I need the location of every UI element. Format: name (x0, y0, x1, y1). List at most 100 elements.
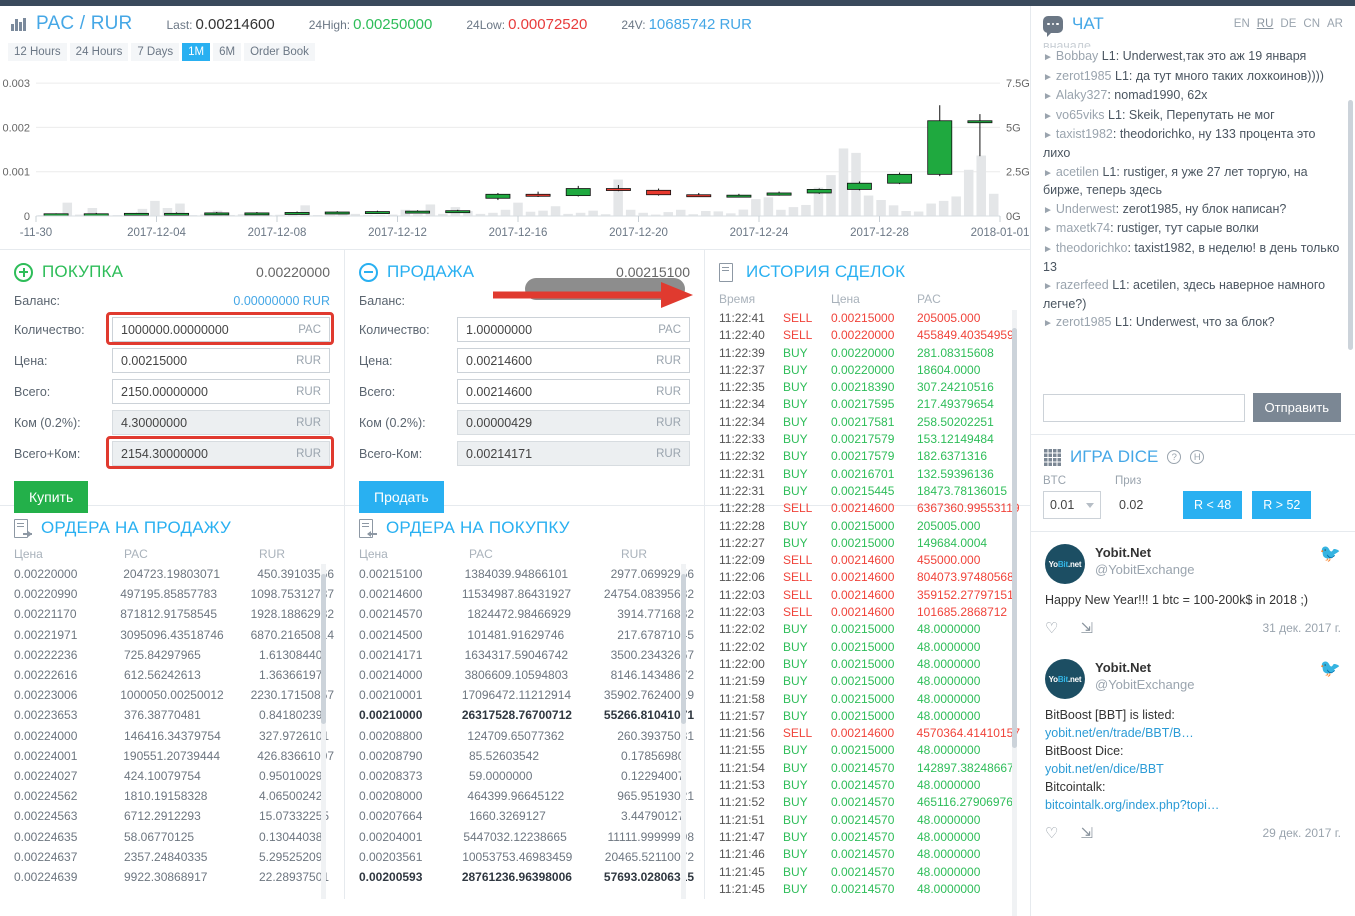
sell-amount-input[interactable]: 1.00000000 PAC (457, 317, 690, 342)
table-row[interactable]: 0.00224637 2357.24840335 5.29525209 (14, 847, 334, 867)
buy-price-input[interactable]: 0.00215000 RUR (112, 348, 330, 373)
buy-total-input[interactable]: 2150.00000000 RUR (112, 379, 330, 404)
table-row[interactable]: 0.00208800 124709.65077362 260.39375081 (359, 726, 694, 746)
table-row[interactable]: 0.00210000 26317528.76700712 55266.8104107… (359, 705, 694, 725)
minus-circle-icon (359, 262, 378, 282)
order-amount: 424.10079754 (124, 769, 201, 784)
table-row[interactable]: 0.00224001 190551.20739444 426.83661007 (14, 746, 334, 766)
table-row[interactable]: 0.00204001 5447032.12238665 11111.99999998 (359, 827, 694, 847)
table-row[interactable]: 0.00200593 28761236.96398006 57693.0280631… (359, 867, 694, 887)
table-row[interactable]: 0.00214000 3806609.10594803 8146.14348672 (359, 665, 694, 685)
table-row[interactable]: 11:22:32 BUY 0.00217579 182.6371316 (719, 448, 1020, 465)
tab-order-book[interactable]: Order Book (244, 43, 315, 61)
table-row[interactable]: 0.00203561 10053753.46983459 20465.5211007… (359, 847, 694, 867)
buy-orders-scroll[interactable]: 0.00215100 1384039.94866101 2977.06992956 0… (359, 564, 694, 899)
table-row[interactable]: 0.00208373 59.0000000 0.12294007 (359, 766, 694, 786)
table-row[interactable]: 0.00214171 1634317.59046742 3500.23432667 (359, 645, 694, 665)
table-row[interactable]: 0.00215100 1384039.94866101 2977.06992956 (359, 564, 694, 584)
lang-ru[interactable]: RU (1257, 18, 1274, 30)
table-row[interactable]: 0.00222616 612.56242613 1.36366197 (14, 665, 334, 685)
table-row[interactable]: 0.00220990 497195.85857783 1098.75312787 (14, 584, 334, 604)
table-row[interactable]: 0.00224562 1810.19158328 4.06500242 (14, 786, 334, 806)
share-icon[interactable]: ⇲ (1080, 619, 1093, 637)
svg-text:2017-12-08: 2017-12-08 (248, 227, 307, 239)
tab-1m[interactable]: 1M (182, 43, 211, 61)
table-row[interactable]: 11:22:31 BUY 0.00215445 18473.78136015 (719, 483, 1020, 500)
sell-price-input[interactable]: 0.00214600 RUR (457, 348, 690, 373)
table-row[interactable]: 11:22:35 BUY 0.00218390 307.24210516 (719, 379, 1020, 396)
tab-12-hours[interactable]: 12 Hours (8, 43, 67, 61)
lang-de[interactable]: DE (1280, 18, 1296, 30)
buy-orders-scrollbar-thumb[interactable] (681, 574, 686, 724)
table-row[interactable]: 0.00207664 1660.3269127 3.44790127 (359, 806, 694, 826)
lang-en[interactable]: EN (1234, 18, 1250, 30)
dice-roll-high-button[interactable]: R > 52 (1252, 491, 1312, 519)
tweet-link[interactable]: bitcointalk.org/index.php?topi… (1045, 798, 1219, 812)
table-row[interactable]: 11:22:41 SELL 0.00215000 205005.000 (719, 310, 1020, 327)
sell-orders-scrollbar-thumb[interactable] (321, 574, 326, 724)
table-row[interactable]: 0.00210001 17096472.11212914 35902.7624001… (359, 685, 694, 705)
tab-6m[interactable]: 6M (213, 43, 242, 61)
table-row[interactable]: 0.00224000 146416.34379754 327.9726101 (14, 726, 334, 746)
table-row[interactable]: 0.00224027 424.10079754 0.95010029 (14, 766, 334, 786)
table-row[interactable]: 11:22:37 BUY 0.00220000 18604.0000 (719, 362, 1020, 379)
lang-ar[interactable]: AR (1327, 18, 1343, 30)
pair-title[interactable]: PAC / RUR (10, 13, 132, 35)
trade-time: 11:22:40 (719, 328, 765, 343)
tab-7-days[interactable]: 7 Days (131, 43, 180, 61)
svg-text:2017-12-04: 2017-12-04 (127, 227, 186, 239)
table-row[interactable]: 0.00208000 464399.96645122 965.95193021 (359, 786, 694, 806)
share-icon[interactable]: ⇲ (1080, 824, 1093, 842)
table-row[interactable]: 11:22:40 SELL 0.00220000 455849.40354959 (719, 327, 1020, 344)
chat-send-button[interactable]: Отправить (1252, 393, 1341, 422)
buy-balance-row: Баланс: 0.00000000 RUR (14, 290, 330, 312)
table-row[interactable]: 0.00223006 1000050.00250012 2230.17150857 (14, 685, 334, 705)
table-row[interactable]: 0.00221971 3095096.43518746 6870.21650814 (14, 625, 334, 645)
history-circle-icon[interactable]: H (1190, 450, 1205, 464)
tab-24-hours[interactable]: 24 Hours (69, 43, 129, 61)
table-row[interactable]: 0.00208790 85.52603542 0.17856980 (359, 746, 694, 766)
svg-text:0.001: 0.001 (2, 167, 30, 179)
buy-fee-label: Ком (0.2%): (14, 415, 81, 430)
table-row[interactable]: 0.00214500 101481.91629746 217.67871045 (359, 625, 694, 645)
help-icon[interactable]: ? (1167, 450, 1182, 464)
trade-price: 0.00220000 (831, 362, 895, 377)
heart-icon[interactable]: ♡ (1045, 619, 1058, 637)
table-row[interactable]: 0.00221170 871812.91758545 1928.18862982 (14, 604, 334, 624)
price-chart[interactable]: 0.003 7.5G 0.002 5G 0.001 2.5G 0 0G -11-30 2017-1… (0, 64, 1030, 249)
buy-total-fee-label: Всего+Ком: (14, 446, 81, 461)
trade-amount: 153.12149484 (917, 432, 994, 447)
dice-bet-select[interactable]: 0.01 (1043, 491, 1101, 519)
table-row[interactable]: 0.00214600 11534987.86431927 24754.0839568… (359, 584, 694, 604)
stat-high-label: 24High: (308, 17, 351, 32)
tweet-link[interactable]: yobit.net/en/trade/BBT/B… (1045, 726, 1194, 740)
table-row[interactable]: 11:22:31 BUY 0.00216701 132.59396136 (719, 466, 1020, 483)
order-price: 0.00208790 (359, 748, 423, 763)
tweet-link[interactable]: yobit.net/en/dice/BBT (1045, 762, 1164, 776)
table-row[interactable]: 11:22:34 BUY 0.00217581 258.50202251 (719, 414, 1020, 431)
table-row[interactable]: 0.00220000 204723.19803071 450.39103566 (14, 564, 334, 584)
table-row[interactable]: 0.00224635 58.06770125 0.13044038 (14, 827, 334, 847)
table-row[interactable]: 0.00222236 725.84297965 1.61308440 (14, 645, 334, 665)
buy-amount-input[interactable]: 1000000.00000000 PAC (112, 317, 330, 342)
chat-scrollbar-thumb[interactable] (1348, 100, 1353, 350)
dice-roll-low-button[interactable]: R < 48 (1183, 491, 1243, 519)
stat-high-value: 0.00250000 (353, 15, 433, 33)
table-row[interactable]: 11:22:33 BUY 0.00217579 153.12149484 (719, 431, 1020, 448)
table-row[interactable]: 11:22:39 BUY 0.00220000 281.08315608 (719, 345, 1020, 362)
chat-input[interactable] (1043, 393, 1245, 422)
lang-cn[interactable]: CN (1303, 18, 1320, 30)
table-row[interactable]: 11:22:34 BUY 0.00217595 217.49379654 (719, 396, 1020, 413)
tweet-text: BitBoost [BBT] is listed: (1045, 708, 1175, 722)
sell-orders-scroll[interactable]: 0.00220000 204723.19803071 450.39103566 0.0… (14, 564, 334, 899)
table-row[interactable]: 0.00214570 1824472.98466929 3914.7716832 (359, 604, 694, 624)
sell-total-input[interactable]: 0.00214600 RUR (457, 379, 690, 404)
trade-time: 11:22:32 (719, 449, 765, 464)
table-row[interactable]: 0.00223653 376.38770481 0.84180239 (14, 705, 334, 725)
table-row[interactable]: 0.00224639 9922.30868917 22.28937501 (14, 867, 334, 887)
order-price: 0.00224637 (14, 849, 78, 864)
heart-icon[interactable]: ♡ (1045, 824, 1058, 842)
stat-last-label: Last: (166, 17, 193, 32)
chat-messages[interactable]: вначале ► Bobbay L1: Underwest,так это аж… (1031, 40, 1355, 385)
table-row[interactable]: 0.00224563 6712.2912293 15.07332255 (14, 806, 334, 826)
